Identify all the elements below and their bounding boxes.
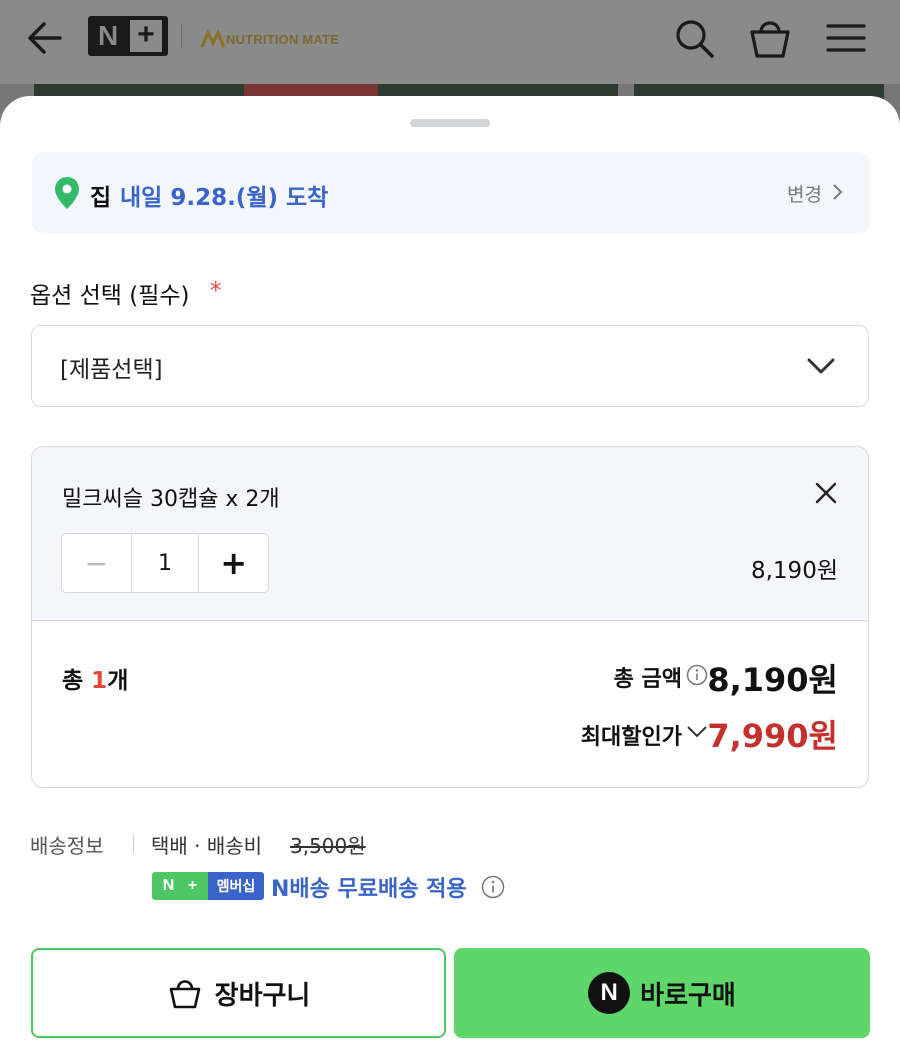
shipping-info-label: 배송정보 [30, 834, 104, 858]
menu-icon[interactable] [822, 14, 870, 62]
minus-icon: − [84, 546, 109, 580]
buy-now-button[interactable]: N 바로구매 [454, 948, 870, 1038]
add-to-cart-label: 장바구니 [214, 980, 311, 1011]
quantity-stepper: − 1 + [61, 533, 269, 593]
cart-item: 밀크씨슬 30캡슐 x 2개 − 1 + 8,190원 [32, 447, 868, 621]
brand-logo[interactable]: NUTRITION MATE [200, 24, 360, 54]
shopping-bag-icon[interactable] [746, 14, 794, 62]
info-icon[interactable] [686, 664, 708, 686]
nplus-logo-n: N [98, 20, 119, 51]
total-count: 총 1개 [62, 661, 128, 695]
back-arrow-icon[interactable] [24, 18, 68, 58]
total-amount: 8,190원 [707, 661, 838, 699]
shipping-fee: 3,500원 [290, 834, 366, 858]
quantity-value[interactable]: 1 [130, 534, 200, 592]
location-pin-icon [55, 177, 79, 209]
info-icon[interactable] [481, 875, 505, 899]
total-amount-label: 총 금액 [613, 667, 682, 692]
chevron-right-icon[interactable] [832, 183, 844, 201]
required-mark: * [210, 278, 222, 304]
delivery-eta: 내일 9.28.(월) 도착 [120, 185, 329, 211]
chevron-down-icon[interactable] [686, 725, 708, 739]
nplus-logo[interactable]: N + [88, 16, 168, 56]
selected-items-panel: 밀크씨슬 30캡슐 x 2개 − 1 + 8,190원 총 1개 총 금액 8,… [31, 446, 869, 788]
nplus-logo-plus: + [130, 20, 162, 52]
shipping-divider [133, 834, 134, 852]
free-shipping-text: N배송 무료배송 적용 [271, 877, 467, 902]
nplus-badge-logo: N + [152, 872, 208, 900]
npay-logo-icon: N [588, 972, 631, 1014]
add-to-cart-button[interactable]: 장바구니 [31, 948, 446, 1038]
brand-mark-icon [200, 29, 226, 48]
close-icon[interactable] [814, 481, 838, 505]
search-icon[interactable] [670, 14, 718, 62]
option-select[interactable]: [제품선택] [31, 325, 869, 407]
delivery-info-bar: 집 내일 9.28.(월) 도착 변경 [32, 152, 870, 234]
chevron-down-icon [807, 358, 835, 374]
delivery-place: 집 [90, 185, 112, 211]
option-select-value: [제품선택] [60, 357, 163, 383]
header-divider [181, 24, 182, 48]
quantity-decrease-button[interactable]: − [62, 534, 131, 592]
shipping-method: 택배 · 배송비 [151, 834, 263, 858]
total-count-suffix: 개 [107, 668, 129, 694]
membership-badge-label: 멤버십 [208, 872, 264, 900]
max-discount-amount: 7,990원 [707, 717, 838, 755]
nplus-membership-badge: N + 멤버십 [152, 872, 264, 900]
total-count-prefix: 총 [62, 668, 92, 694]
quantity-increase-button[interactable]: + [199, 534, 268, 592]
plus-icon: + [220, 544, 248, 582]
cart-item-price: 8,190원 [750, 558, 838, 584]
max-discount-label[interactable]: 최대할인가 [581, 719, 682, 751]
option-section-label: 옵션 선택 (필수) [30, 283, 190, 309]
buy-now-label: 바로구매 [640, 980, 736, 1011]
purchase-bottom-sheet: 집 내일 9.28.(월) 도착 변경 옵션 선택 (필수) * [제품선택] … [0, 96, 900, 1045]
sheet-drag-handle[interactable] [410, 119, 490, 127]
delivery-change-link[interactable]: 변경 [787, 180, 822, 207]
brand-name: NUTRITION MATE [226, 31, 340, 47]
shopping-bag-icon [169, 980, 200, 1009]
total-count-number: 1 [91, 668, 108, 694]
nplus-badge-n: N [162, 877, 175, 894]
nplus-badge-plus: + [187, 877, 198, 894]
cart-item-name: 밀크씨슬 30캡슐 x 2개 [62, 487, 280, 512]
top-header: N + NUTRITION MATE [0, 0, 900, 84]
